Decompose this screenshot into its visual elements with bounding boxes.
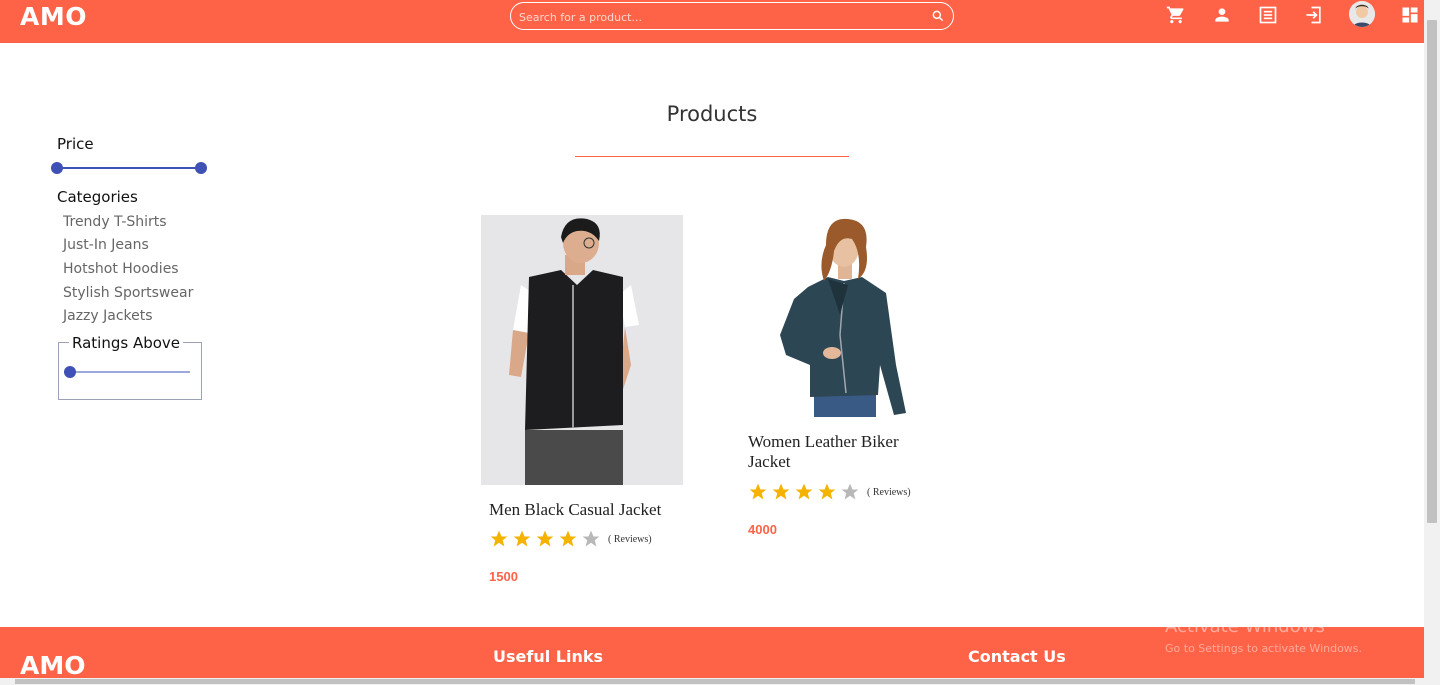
product-image[interactable]	[481, 215, 683, 485]
user-icon[interactable]	[1212, 5, 1232, 25]
price-slider-track[interactable]	[57, 167, 201, 169]
vertical-scrollbar[interactable]	[1424, 0, 1440, 685]
star-filled-icon	[559, 530, 577, 547]
review-count: ( Reviews)	[608, 534, 652, 545]
footer-useful-links-heading: Useful Links	[493, 647, 604, 666]
dashboard-icon[interactable]	[1400, 5, 1420, 25]
ratings-slider-thumb[interactable]	[64, 366, 76, 378]
page-title: Products	[666, 102, 758, 126]
search-icon[interactable]	[931, 9, 945, 23]
vertical-scrollbar-thumb[interactable]	[1427, 20, 1437, 523]
product-name[interactable]: Women Leather Biker Jacket	[748, 432, 918, 472]
price-filter-label: Price	[57, 135, 94, 153]
category-item-hoodies[interactable]: Hotshot Hoodies	[63, 261, 179, 277]
avatar-icon	[1349, 1, 1375, 27]
windows-activation-watermark: Activate Windows	[1165, 616, 1325, 637]
star-empty-icon	[841, 483, 859, 500]
price-slider-min-thumb[interactable]	[51, 162, 63, 174]
windows-activation-hint: Go to Settings to activate Windows.	[1165, 642, 1363, 655]
ratings-slider-track[interactable]	[70, 371, 190, 373]
avatar[interactable]	[1349, 1, 1375, 27]
brand-logo[interactable]: AMO	[20, 2, 87, 31]
category-item-jeans[interactable]: Just-In Jeans	[63, 237, 149, 253]
category-item-sportswear[interactable]: Stylish Sportswear	[63, 285, 193, 301]
search-input[interactable]	[519, 9, 919, 25]
price-slider-max-thumb[interactable]	[195, 162, 207, 174]
categories-label: Categories	[57, 188, 138, 206]
star-empty-icon	[582, 530, 600, 547]
footer-brand-logo: AMO	[20, 651, 86, 680]
horizontal-scrollbar[interactable]	[0, 678, 1424, 685]
cart-icon[interactable]	[1166, 5, 1186, 25]
footer-contact-heading: Contact Us	[968, 647, 1066, 666]
product-image[interactable]	[748, 215, 938, 417]
product-card[interactable]: Men Black Casual Jacket ( Reviews) 1500	[481, 215, 683, 595]
login-icon[interactable]	[1304, 5, 1324, 25]
product-name[interactable]: Men Black Casual Jacket	[489, 500, 689, 520]
star-filled-icon	[795, 483, 813, 500]
star-filled-icon	[513, 530, 531, 547]
star-filled-icon	[536, 530, 554, 547]
star-filled-icon	[818, 483, 836, 500]
horizontal-scrollbar-thumb[interactable]	[15, 679, 1415, 684]
review-count: ( Reviews)	[867, 487, 911, 498]
search-bar[interactable]	[510, 2, 954, 30]
product-price: 4000	[748, 522, 777, 537]
product-card[interactable]: Women Leather Biker Jacket ( Reviews) 40…	[740, 215, 942, 545]
top-navbar: AMO	[0, 0, 1424, 43]
title-underline	[575, 156, 849, 157]
category-item-tshirts[interactable]: Trendy T-Shirts	[63, 214, 167, 230]
star-filled-icon	[749, 483, 767, 500]
ratings-filter-label: Ratings Above	[69, 334, 184, 352]
star-filled-icon	[490, 530, 508, 547]
product-price: 1500	[489, 569, 518, 584]
star-filled-icon	[772, 483, 790, 500]
orders-icon[interactable]	[1258, 5, 1278, 25]
category-item-jackets[interactable]: Jazzy Jackets	[63, 308, 153, 324]
